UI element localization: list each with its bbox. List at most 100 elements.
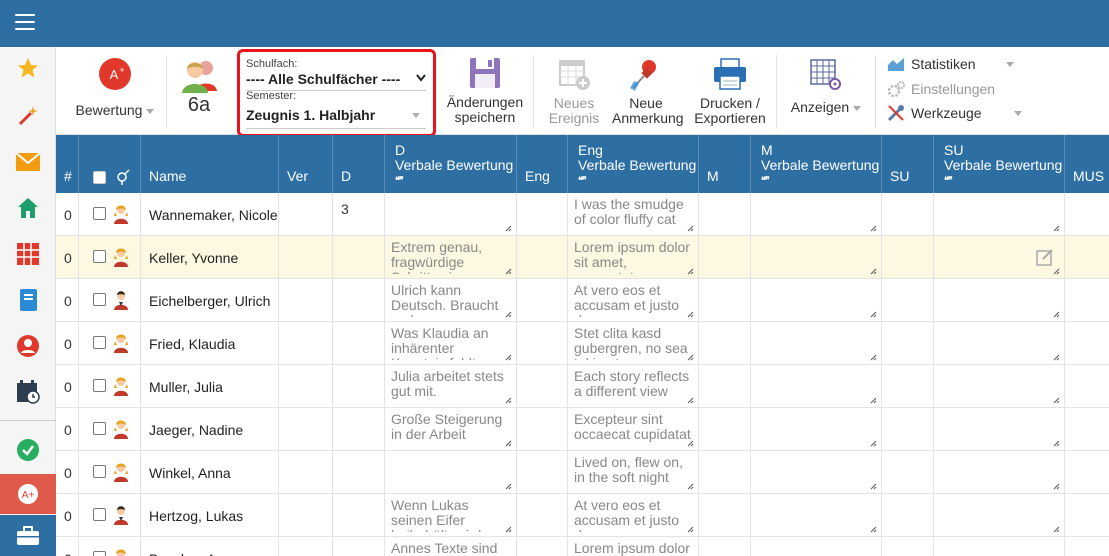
cell-eng-grade[interactable]: [517, 236, 568, 279]
cell-name[interactable]: Jaeger, Nadine: [141, 408, 279, 451]
row-checkbox[interactable]: [93, 379, 106, 392]
resize-handle-icon[interactable]: [1053, 354, 1060, 361]
cell-d-grade[interactable]: [333, 537, 385, 556]
col-m-header[interactable]: M: [699, 135, 751, 193]
row-checkbox[interactable]: [93, 422, 106, 435]
cell-m-grade[interactable]: [699, 322, 751, 365]
cell-eng-grade[interactable]: [517, 537, 568, 556]
cell-su-grade[interactable]: [882, 408, 934, 451]
cell-eng-grade[interactable]: [517, 193, 568, 236]
calendar-clock-icon[interactable]: [0, 371, 56, 413]
cell-su-verbal[interactable]: [934, 236, 1065, 279]
cell-d-verbal[interactable]: Annes Texte sind gut: [385, 537, 517, 556]
cell-m-grade[interactable]: [699, 537, 751, 556]
cell-su-verbal[interactable]: [934, 279, 1065, 322]
resize-handle-icon[interactable]: [687, 440, 694, 447]
cell-ver-grade[interactable]: [279, 365, 333, 408]
cell-m-verbal[interactable]: [751, 451, 882, 494]
col-number-header[interactable]: #: [56, 135, 79, 193]
resize-handle-icon[interactable]: [1053, 311, 1060, 318]
cell-su-verbal[interactable]: [934, 193, 1065, 236]
new-event-button[interactable]: Neues Ereignis: [540, 57, 608, 126]
cell-su-verbal[interactable]: [934, 322, 1065, 365]
table-row[interactable]: 0 Winkel, Anna Lived on, flew on, in the s…: [56, 451, 1109, 494]
hamburger-menu-icon[interactable]: [15, 14, 35, 30]
cell-m-grade[interactable]: [699, 193, 751, 236]
cell-mus-grade[interactable]: [1065, 322, 1109, 365]
resize-handle-icon[interactable]: [1053, 268, 1060, 275]
cell-m-verbal[interactable]: [751, 494, 882, 537]
col-eng-header[interactable]: Eng: [517, 135, 568, 193]
cell-m-grade[interactable]: [699, 279, 751, 322]
cell-name[interactable]: Muller, Julia: [141, 365, 279, 408]
cell-d-grade[interactable]: [333, 494, 385, 537]
cell-eng-grade[interactable]: [517, 494, 568, 537]
cell-name[interactable]: Winkel, Anna: [141, 451, 279, 494]
resize-handle-icon[interactable]: [505, 225, 512, 232]
cell-su-grade[interactable]: [882, 279, 934, 322]
cell-eng-verbal[interactable]: Lorem ipsum dolor sit: [568, 537, 699, 556]
cell-m-verbal[interactable]: [751, 279, 882, 322]
cell-d-grade[interactable]: [333, 365, 385, 408]
cell-d-verbal[interactable]: Ulrich kann Deutsch. Braucht mehr: [385, 279, 517, 322]
table-row[interactable]: 0 Keller, Yvonne Extrem genau, fragwürdige…: [56, 236, 1109, 279]
cell-mus-grade[interactable]: [1065, 494, 1109, 537]
cell-name[interactable]: Fried, Klaudia: [141, 322, 279, 365]
cell-su-verbal[interactable]: [934, 365, 1065, 408]
notebook-icon[interactable]: [0, 279, 56, 321]
cell-eng-verbal[interactable]: I was the smudge of color fluffy cat: [568, 193, 699, 236]
cell-eng-grade[interactable]: [517, 408, 568, 451]
resize-handle-icon[interactable]: [1053, 225, 1060, 232]
cell-m-verbal[interactable]: [751, 537, 882, 556]
cell-su-verbal[interactable]: [934, 537, 1065, 556]
resize-handle-icon[interactable]: [870, 354, 877, 361]
resize-handle-icon[interactable]: [870, 483, 877, 490]
cell-d-verbal[interactable]: Extrem genau, fragwürdige Schrittweise: [385, 236, 517, 279]
cell-eng-verbal[interactable]: At vero eos et accusam et justo duo: [568, 279, 699, 322]
cell-ver-grade[interactable]: [279, 193, 333, 236]
row-checkbox[interactable]: [93, 551, 106, 556]
cell-mus-grade[interactable]: [1065, 451, 1109, 494]
cell-eng-grade[interactable]: [517, 365, 568, 408]
cell-name[interactable]: Hertzog, Lukas: [141, 494, 279, 537]
checkmark-icon[interactable]: [0, 429, 56, 471]
grading-icon[interactable]: A+: [0, 474, 56, 514]
resize-handle-icon[interactable]: [687, 526, 694, 533]
table-row[interactable]: 0 Hertzog, Lukas Wenn Lukas seinen Eifer b…: [56, 494, 1109, 537]
cell-ver-grade[interactable]: [279, 451, 333, 494]
resize-handle-icon[interactable]: [687, 354, 694, 361]
table-row[interactable]: 0 Fried, Klaudia Was Klaudia an inhärenter…: [56, 322, 1109, 365]
col-d-header[interactable]: D: [333, 135, 385, 193]
resize-handle-icon[interactable]: [505, 397, 512, 404]
cell-ver-grade[interactable]: [279, 494, 333, 537]
cell-su-grade[interactable]: [882, 365, 934, 408]
resize-handle-icon[interactable]: [505, 311, 512, 318]
resize-handle-icon[interactable]: [870, 526, 877, 533]
row-checkbox[interactable]: [93, 465, 106, 478]
row-checkbox[interactable]: [93, 293, 106, 306]
timetable-grid-icon[interactable]: [0, 233, 56, 275]
cell-su-grade[interactable]: [882, 193, 934, 236]
cell-m-grade[interactable]: [699, 451, 751, 494]
cell-su-verbal[interactable]: [934, 408, 1065, 451]
cell-d-verbal[interactable]: Wenn Lukas seinen Eifer beibehält, wird …: [385, 494, 517, 537]
cell-su-grade[interactable]: [882, 322, 934, 365]
resize-handle-icon[interactable]: [687, 225, 694, 232]
cell-eng-grade[interactable]: [517, 322, 568, 365]
view-options-button[interactable]: Anzeigen: [786, 59, 866, 115]
cell-name[interactable]: Eichelberger, Ulrich: [141, 279, 279, 322]
cell-eng-verbal[interactable]: Lorem ipsum dolor sit amet, consectetur: [568, 236, 699, 279]
cell-d-verbal[interactable]: Was Klaudia an inhärenter Kenntnis fehlt: [385, 322, 517, 365]
row-checkbox[interactable]: [93, 336, 106, 349]
cell-mus-grade[interactable]: [1065, 537, 1109, 556]
cell-eng-verbal[interactable]: Lived on, flew on, in the soft night: [568, 451, 699, 494]
cell-su-grade[interactable]: [882, 494, 934, 537]
cell-d-verbal[interactable]: Große Steigerung in der Arbeit: [385, 408, 517, 451]
cell-su-verbal[interactable]: [934, 451, 1065, 494]
col-m-verbal-header[interactable]: M Verbale Bewertung ❝❞: [751, 135, 882, 193]
cell-ver-grade[interactable]: [279, 408, 333, 451]
cell-d-grade[interactable]: [333, 236, 385, 279]
resize-handle-icon[interactable]: [687, 311, 694, 318]
cell-d-grade[interactable]: 3: [333, 193, 385, 236]
cell-d-verbal[interactable]: [385, 193, 517, 236]
